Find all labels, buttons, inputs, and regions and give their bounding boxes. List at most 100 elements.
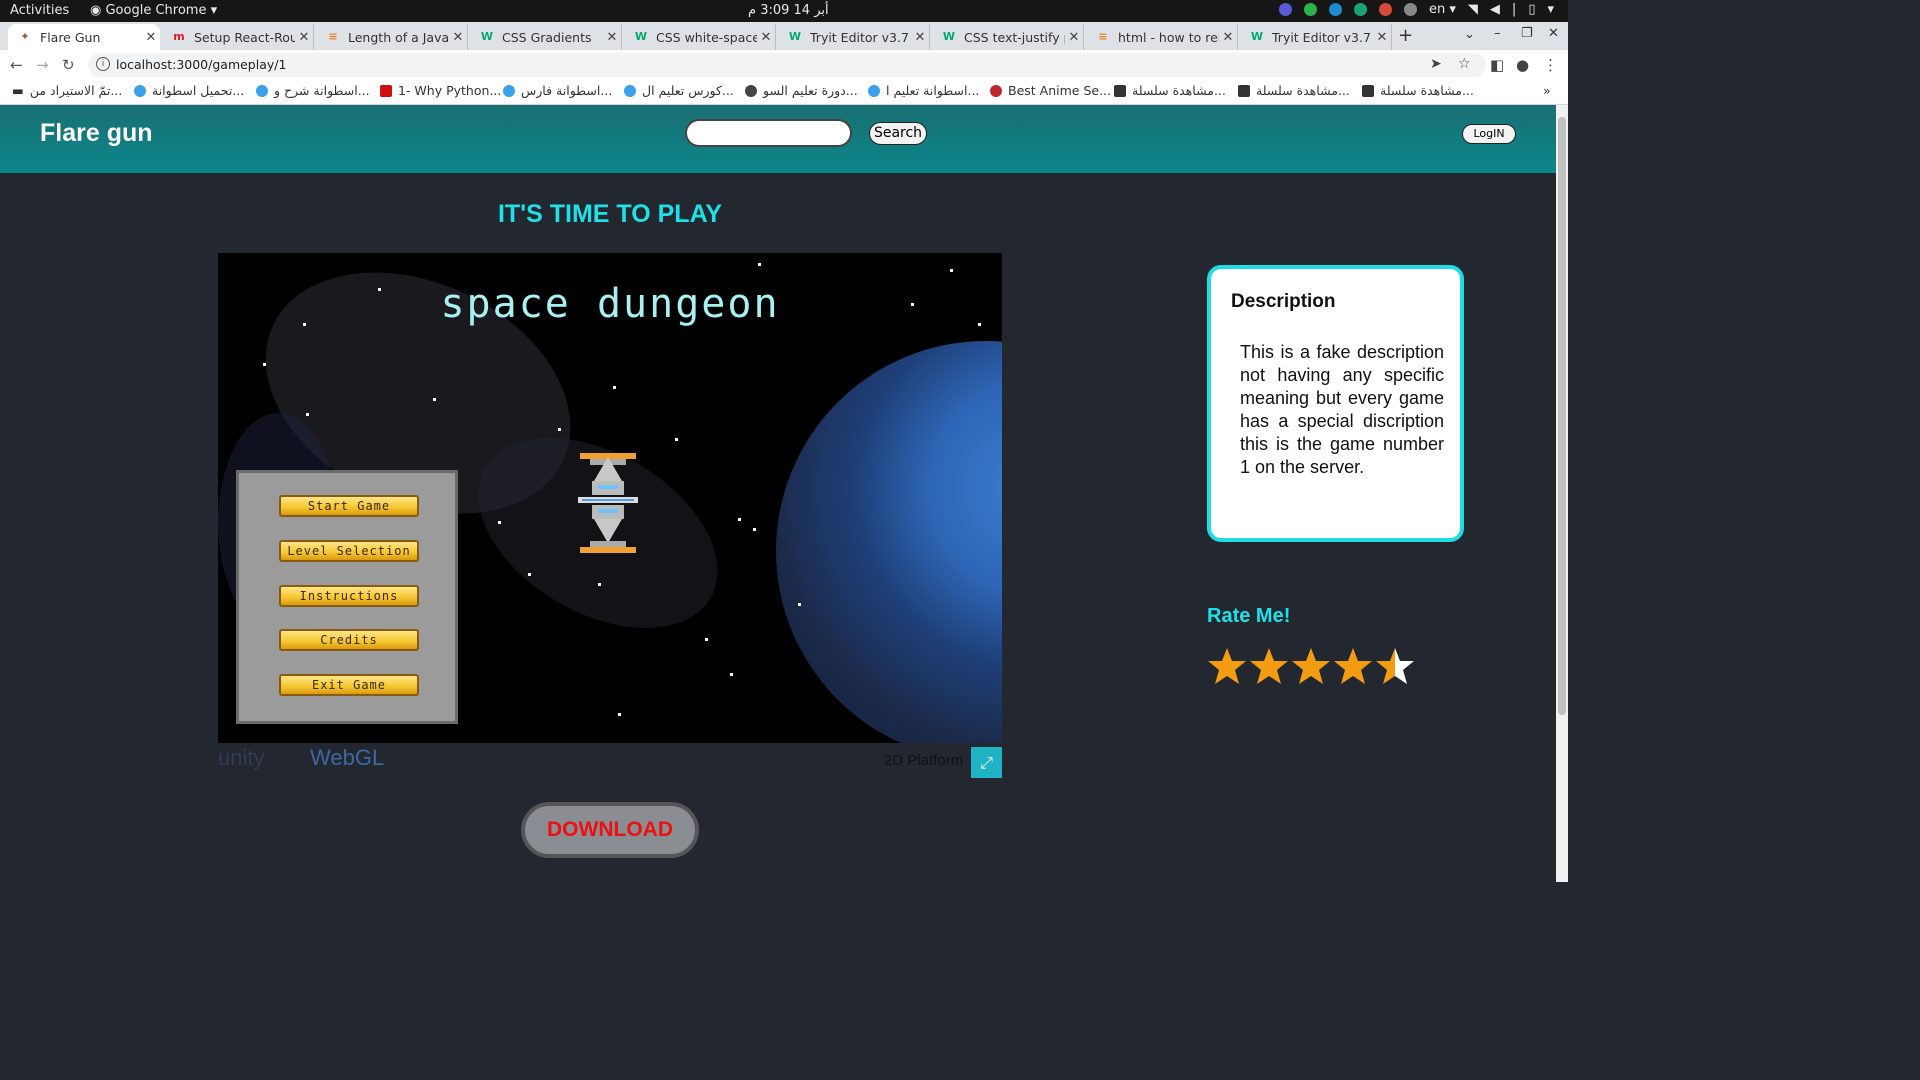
tab-html-how-to-remove[interactable]: ≡ html - how to rem ✕ [1086, 24, 1238, 50]
window-close-icon[interactable]: ✕ [1548, 26, 1559, 41]
close-icon[interactable]: ✕ [603, 30, 621, 45]
tab-css-text-justify[interactable]: W CSS text-justify pr ✕ [932, 24, 1084, 50]
send-tab-icon[interactable]: ➤ [1430, 56, 1442, 72]
chrome-icon: ◉ [90, 3, 106, 18]
chrome-menu-icon[interactable]: ⋮ [1543, 56, 1558, 74]
app-menu-label: Google Chrome [105, 3, 207, 18]
tab-strip: ✦ Flare Gun ✕ m Setup React-Route ✕ ≡ Le… [0, 22, 1568, 50]
instructions-button[interactable]: Instructions [279, 585, 419, 607]
star-icon[interactable] [1375, 645, 1415, 687]
page-content: Flare gun Search LogIN IT'S TIME TO PLAY… [0, 105, 1556, 882]
close-icon[interactable]: ✕ [1065, 30, 1083, 45]
forward-icon[interactable]: → [36, 56, 49, 74]
grammarly-icon[interactable] [1304, 3, 1317, 16]
bookmark-folder-imported[interactable]: ▬ تمّ الاستيراد من... [12, 83, 122, 98]
search-button[interactable]: Search [869, 122, 927, 145]
battery-icon[interactable]: ▯ [1528, 2, 1535, 17]
bookmark-label: تمّ الاستيراد من... [29, 83, 123, 98]
bookmark-item[interactable]: 1- Why Python... [380, 83, 501, 98]
bookmark-label: مشاهدة سلسلة... [1256, 83, 1350, 98]
bookmark-item[interactable]: كورس تعليم ال... [624, 83, 734, 98]
app-icon[interactable] [1329, 3, 1342, 16]
page-scrollbar[interactable] [1556, 105, 1568, 882]
clock[interactable]: أبر 14 3:09 م [748, 3, 829, 18]
close-icon[interactable]: ✕ [1373, 30, 1391, 45]
star-rating[interactable] [1207, 645, 1415, 687]
side-panel-icon[interactable]: ◧ [1490, 56, 1504, 74]
bookmark-item[interactable]: تحميل اسطوانة... [134, 83, 244, 98]
tab-title: Tryit Editor v3.7 [1272, 29, 1371, 45]
bookmark-item[interactable]: Best Anime Se... [990, 83, 1111, 98]
close-icon[interactable]: ✕ [295, 30, 313, 45]
close-icon[interactable]: ✕ [757, 30, 775, 45]
bookmark-item[interactable]: اسطوانة فارس... [503, 83, 612, 98]
browser-toolbar: ← → ↻ i localhost:3000/gameplay/1 ➤ ☆ ◧ … [0, 50, 1568, 80]
w3schools-icon: W [1250, 30, 1264, 43]
activities-button[interactable]: Activities [10, 3, 69, 18]
language-indicator[interactable]: en ▾ [1429, 2, 1456, 17]
description-heading: Description [1231, 291, 1336, 312]
address-bar[interactable]: i localhost:3000/gameplay/1 ➤ ☆ [88, 53, 1486, 77]
tab-title: html - how to rem [1118, 29, 1219, 45]
site-brand[interactable]: Flare gun [40, 119, 153, 148]
site-icon [990, 84, 1002, 97]
tab-setup-react-router[interactable]: m Setup React-Route ✕ [162, 24, 314, 50]
game-canvas[interactable]: space dungeon Start Game Level Selection… [218, 253, 1002, 743]
close-icon[interactable]: ✕ [449, 30, 467, 45]
star [306, 413, 309, 416]
start-game-button[interactable]: Start Game [279, 495, 419, 517]
bookmark-item[interactable]: مشاهدة سلسلة... [1238, 83, 1350, 98]
bookmark-item[interactable]: دورة تعليم السو... [745, 83, 858, 98]
search-input[interactable] [685, 119, 852, 147]
tab-search-icon[interactable]: ⌄ [1464, 27, 1475, 42]
os-top-bar: Activities ◉ Google Chrome ▾ أبر 14 3:09… [0, 0, 1568, 22]
credits-button[interactable]: Credits [279, 629, 419, 651]
wifi-icon[interactable]: ◥ [1468, 2, 1478, 17]
app-icon[interactable] [1379, 3, 1392, 16]
tab-tryit-editor-2[interactable]: W Tryit Editor v3.7 ✕ [1240, 24, 1392, 50]
bookmark-label: Best Anime Se... [1008, 83, 1111, 98]
tab-css-white-space[interactable]: W CSS white-space p ✕ [624, 24, 776, 50]
volume-icon[interactable]: ◀ [1490, 2, 1500, 17]
star-icon[interactable] [1207, 645, 1247, 687]
star-icon[interactable] [1291, 645, 1331, 687]
back-icon[interactable]: ← [10, 56, 23, 74]
close-icon[interactable]: ✕ [911, 30, 929, 45]
minimize-icon[interactable]: – [1494, 26, 1501, 41]
site-info-icon[interactable]: i [96, 57, 110, 71]
close-icon[interactable]: ✕ [1219, 30, 1237, 45]
new-tab-icon[interactable]: + [1398, 25, 1413, 46]
star-icon[interactable] [1333, 645, 1373, 687]
tab-length-of-javascript[interactable]: ≡ Length of a JavaS ✕ [316, 24, 468, 50]
exit-game-button[interactable]: Exit Game [279, 674, 419, 696]
app-icon[interactable] [1354, 3, 1367, 16]
teams-icon[interactable] [1279, 3, 1292, 16]
login-button[interactable]: LogIN [1462, 124, 1516, 144]
youtube-icon [380, 84, 392, 97]
maximize-icon[interactable]: ❐ [1521, 26, 1533, 41]
bookmark-star-icon[interactable]: ☆ [1458, 56, 1471, 72]
fullscreen-button[interactable]: ⤢ [971, 747, 1002, 778]
download-button[interactable]: DOWNLOAD [521, 802, 699, 858]
bookmark-item[interactable]: مشاهدة سلسلة... [1114, 83, 1226, 98]
app-icon[interactable] [1404, 3, 1417, 16]
level-selection-button[interactable]: Level Selection [279, 540, 419, 562]
profile-avatar[interactable]: ● [1516, 56, 1529, 74]
bookmark-item[interactable]: اسطوانة تعليم ا... [868, 83, 979, 98]
w3schools-icon: W [480, 30, 494, 43]
scrollbar-thumb[interactable] [1558, 117, 1566, 715]
tab-tryit-editor[interactable]: W Tryit Editor v3.7 ✕ [778, 24, 930, 50]
tab-css-gradients[interactable]: W CSS Gradients ✕ [470, 24, 622, 50]
star-icon[interactable] [1249, 645, 1289, 687]
bookmark-item[interactable]: اسطوانة شرح و... [256, 83, 370, 98]
more-bookmarks-icon[interactable]: » [1543, 83, 1551, 98]
tab-flare-gun[interactable]: ✦ Flare Gun ✕ [8, 24, 160, 50]
reload-icon[interactable]: ↻ [62, 56, 75, 74]
url-text[interactable]: localhost:3000/gameplay/1 [116, 57, 286, 72]
close-icon[interactable]: ✕ [142, 30, 160, 45]
mic-icon[interactable]: | [1512, 2, 1516, 17]
bookmark-item[interactable]: مشاهدة سلسلة... [1362, 83, 1474, 98]
app-menu[interactable]: ◉ Google Chrome ▾ [90, 3, 217, 18]
flare-icon: ✦ [20, 30, 30, 43]
power-menu-icon[interactable]: ▾ [1547, 2, 1554, 17]
